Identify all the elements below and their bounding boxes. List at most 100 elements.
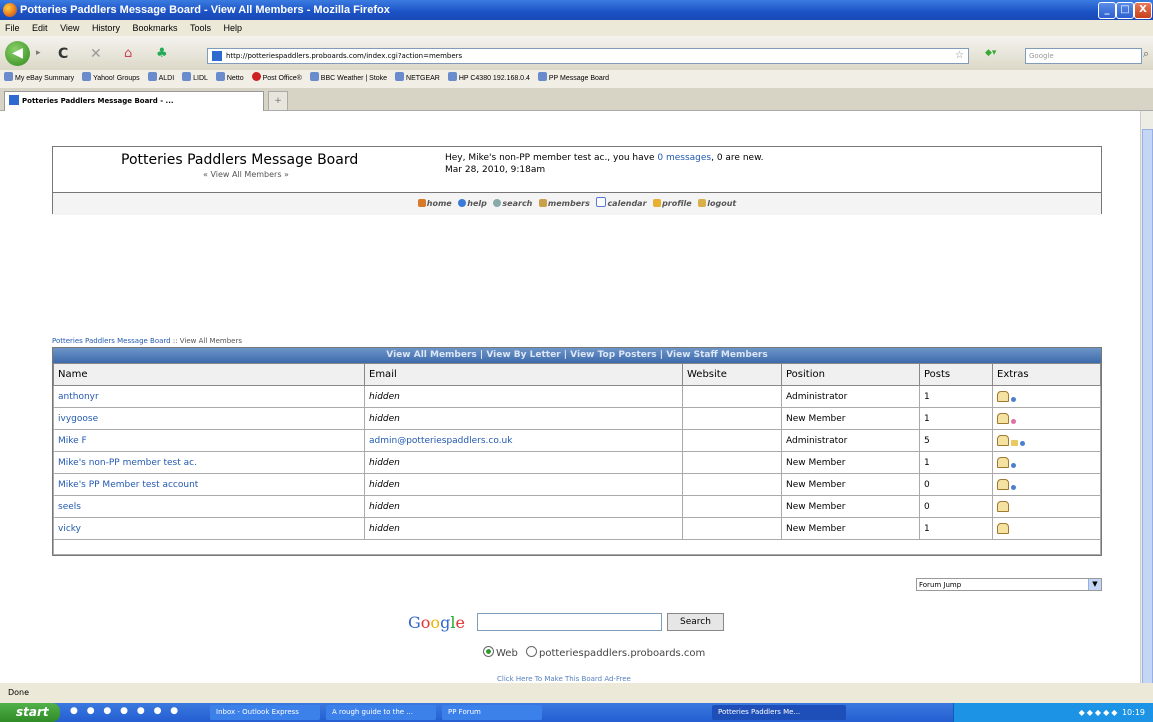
menu-profile[interactable]: profile: [653, 193, 692, 215]
vertical-scrollbar[interactable]: [1140, 111, 1153, 691]
col-name[interactable]: Name: [53, 363, 365, 386]
member-view-tabs[interactable]: View All Members | View By Letter | View…: [53, 348, 1101, 363]
scrollbar-thumb[interactable]: [1142, 129, 1153, 691]
member-posts: 1: [919, 451, 993, 474]
table-row: seels hidden New Member 0: [53, 495, 1101, 518]
member-name[interactable]: Mike's PP Member test account: [53, 473, 365, 496]
menu-view[interactable]: View: [60, 23, 79, 33]
welcome-pre: Hey, Mike's non-PP member test ac., you …: [445, 153, 658, 163]
menu-help[interactable]: help: [458, 193, 487, 215]
page-favicon-icon: [212, 51, 222, 61]
radio-web[interactable]: [483, 646, 494, 657]
messages-link[interactable]: 0 messages: [657, 153, 711, 163]
bookmark-netgear[interactable]: NETGEAR: [395, 70, 440, 88]
new-tab-button[interactable]: +: [268, 91, 288, 111]
navigation-toolbar: ◀ ▸ C ✕ ⌂ ♣ http://potteriespaddlers.pro…: [0, 36, 1153, 70]
member-email[interactable]: admin@potteriespaddlers.co.uk: [364, 429, 683, 452]
bookmark-star-icon[interactable]: ☆: [955, 49, 964, 63]
message-icon[interactable]: [997, 434, 1009, 446]
member-name[interactable]: vicky: [53, 517, 365, 540]
forum-jump-select[interactable]: Forum Jump ▼: [916, 578, 1102, 591]
reload-icon[interactable]: C: [58, 46, 68, 70]
male-icon: [1011, 396, 1016, 402]
email-icon[interactable]: [1011, 439, 1018, 446]
search-engine-icon[interactable]: ◆▾: [985, 48, 996, 72]
member-position: New Member: [781, 495, 920, 518]
bookmark-lidl[interactable]: LIDL: [182, 70, 208, 88]
table-row: Mike's PP Member test account hidden New…: [53, 473, 1101, 496]
bookmark-yahoo[interactable]: Yahoo! Groups: [82, 70, 140, 88]
chevron-down-icon[interactable]: ▼: [1088, 579, 1101, 590]
col-email[interactable]: Email: [364, 363, 683, 386]
message-icon[interactable]: [997, 500, 1009, 512]
logout-icon: [698, 199, 707, 207]
breadcrumb-board-link[interactable]: Potteries Paddlers Message Board: [52, 337, 171, 345]
bookmark-ebay[interactable]: My eBay Summary: [4, 70, 74, 88]
maximize-button[interactable]: □: [1116, 2, 1134, 19]
bookmark-aldi[interactable]: ALDI: [147, 70, 174, 88]
addon-icon[interactable]: ♣: [156, 46, 168, 70]
welcome-post: , 0 are new.: [711, 153, 764, 163]
start-button[interactable]: start: [0, 703, 60, 722]
member-name[interactable]: Mike's non-PP member test ac.: [53, 451, 365, 474]
message-icon[interactable]: [997, 456, 1009, 468]
bookmark-pp-board[interactable]: PP Message Board: [537, 70, 609, 88]
menu-history[interactable]: History: [92, 23, 120, 33]
ad-free-link[interactable]: Click Here To Make This Board Ad-Free: [497, 675, 631, 683]
table-row: Mike's non-PP member test ac. hidden New…: [53, 451, 1101, 474]
tray-icons[interactable]: ◆◆◆◆◆: [1079, 708, 1120, 717]
search-icon[interactable]: ⌕: [1143, 47, 1149, 71]
menu-logout[interactable]: logout: [698, 193, 736, 215]
member-extras: [992, 407, 1101, 430]
url-bar[interactable]: http://potteriespaddlers.proboards.com/i…: [207, 48, 969, 64]
arrow-left-icon: ◀: [12, 45, 23, 61]
menu-tools[interactable]: Tools: [190, 23, 211, 33]
task-outlook[interactable]: Inbox - Outlook Express: [210, 705, 320, 720]
home-icon[interactable]: ⌂: [124, 46, 132, 70]
forum-jump-label: Forum Jump: [919, 581, 962, 589]
tab-label: Potteries Paddlers Message Board - ...: [22, 97, 174, 105]
menu-search[interactable]: search: [493, 193, 532, 215]
member-name[interactable]: anthonyr: [53, 385, 365, 408]
bookmark-bbc-weather[interactable]: BBC Weather | Stoke: [309, 70, 387, 88]
bookmark-hp[interactable]: HP C4380 192.168.0.4: [447, 70, 530, 88]
message-icon[interactable]: [997, 412, 1009, 424]
col-position[interactable]: Position: [781, 363, 920, 386]
col-website[interactable]: Website: [682, 363, 782, 386]
status-bar: Done: [0, 683, 1153, 703]
forward-button[interactable]: ▸: [36, 48, 50, 60]
member-posts: 0: [919, 473, 993, 496]
menu-home[interactable]: home: [417, 193, 452, 215]
tab-active[interactable]: Potteries Paddlers Message Board - ...: [4, 91, 264, 111]
bookmark-post-office[interactable]: Post Office®: [251, 70, 302, 88]
quick-launch-icons[interactable]: ● ● ● ● ● ● ●: [70, 706, 181, 716]
google-search-input[interactable]: [477, 613, 662, 631]
message-icon[interactable]: [997, 478, 1009, 490]
back-button[interactable]: ◀: [5, 41, 30, 66]
member-name[interactable]: seels: [53, 495, 365, 518]
clock: 10:19: [1121, 708, 1145, 717]
radio-site[interactable]: [526, 646, 537, 657]
menu-edit[interactable]: Edit: [32, 23, 48, 33]
message-icon[interactable]: [997, 390, 1009, 402]
member-name[interactable]: Mike F: [53, 429, 365, 452]
col-posts[interactable]: Posts: [919, 363, 993, 386]
stop-icon[interactable]: ✕: [90, 46, 102, 70]
close-button[interactable]: X: [1134, 2, 1152, 19]
menu-members[interactable]: members: [538, 193, 590, 215]
minimize-button[interactable]: _: [1098, 2, 1116, 19]
member-position: New Member: [781, 451, 920, 474]
menu-help[interactable]: Help: [224, 23, 243, 33]
bookmark-netto[interactable]: Netto: [215, 70, 244, 88]
task-firefox-active[interactable]: Potteries Paddlers Me...: [712, 705, 846, 720]
menu-file[interactable]: File: [5, 23, 20, 33]
message-icon[interactable]: [997, 522, 1009, 534]
bookmark-icon: [395, 72, 405, 81]
menu-bookmarks[interactable]: Bookmarks: [132, 23, 177, 33]
menu-calendar[interactable]: calendar: [596, 193, 647, 215]
task-rough-guide[interactable]: A rough guide to the ...: [326, 705, 436, 720]
member-name[interactable]: ivygoose: [53, 407, 365, 430]
search-input[interactable]: Google: [1025, 48, 1142, 64]
google-search-button[interactable]: Search: [667, 613, 724, 631]
task-pp-forum[interactable]: PP Forum: [442, 705, 542, 720]
